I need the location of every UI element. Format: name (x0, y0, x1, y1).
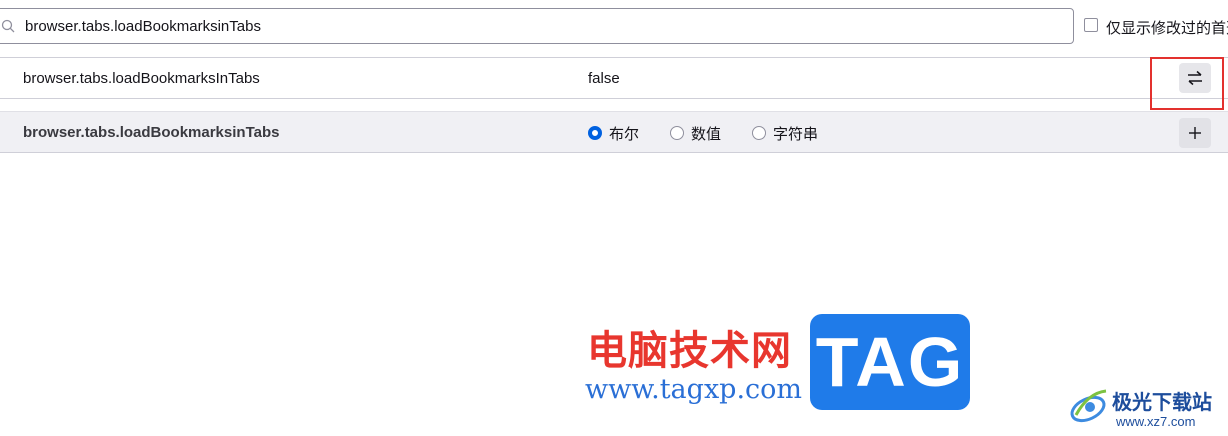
radio-string-label: 字符串 (773, 125, 819, 143)
new-pref-row: browser.tabs.loadBookmarksinTabs 布尔 数值 字… (0, 111, 1228, 153)
type-radio-string[interactable]: 字符串 (752, 123, 818, 143)
new-pref-name: browser.tabs.loadBookmarksinTabs (23, 124, 280, 141)
radio-boolean[interactable] (588, 126, 602, 140)
pref-name: browser.tabs.loadBookmarksInTabs (23, 70, 260, 87)
watermark-title: 电脑技术网 (587, 328, 792, 374)
add-button[interactable] (1179, 118, 1211, 148)
pref-row: browser.tabs.loadBookmarksInTabs false (0, 57, 1228, 99)
site-logo-icon (1070, 389, 1107, 423)
radio-number[interactable] (670, 126, 684, 140)
search-input[interactable] (25, 9, 1065, 43)
radio-string[interactable] (752, 126, 766, 140)
type-radio-number[interactable]: 数值 (670, 123, 721, 143)
watermark-tag-logo: TAG (810, 314, 970, 410)
radio-number-label: 数值 (691, 125, 722, 143)
toggle-icon (1188, 70, 1202, 86)
search-icon (1, 19, 15, 33)
preferences-table: browser.tabs.loadBookmarksInTabs false b… (0, 57, 1228, 153)
watermark-site-name: 极光下载站 (1112, 390, 1212, 414)
search-box[interactable] (0, 8, 1074, 44)
watermark-url: www.tagxp.com (585, 374, 803, 405)
toggle-button[interactable] (1179, 63, 1211, 93)
radio-boolean-label: 布尔 (609, 125, 640, 143)
pref-value[interactable]: false (588, 70, 620, 87)
modified-only-label: 仅显示修改过的首选项 (1106, 20, 1228, 37)
plus-icon (1189, 127, 1201, 139)
watermark-site-url: www.xz7.com (1116, 414, 1196, 429)
type-radio-boolean[interactable]: 布尔 (588, 123, 639, 143)
modified-only-checkbox[interactable] (1084, 18, 1098, 32)
